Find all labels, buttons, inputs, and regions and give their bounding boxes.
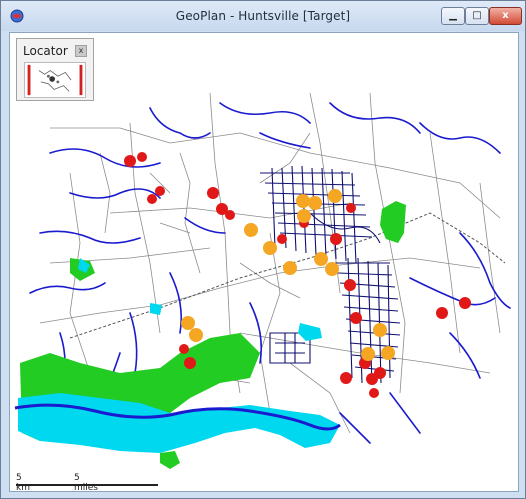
red-marker[interactable] — [207, 187, 219, 199]
red-marker[interactable] — [179, 344, 189, 354]
red-marker[interactable] — [436, 307, 448, 319]
close-icon: x — [502, 10, 509, 21]
red-marker[interactable] — [137, 152, 147, 162]
scale-km-label: 5 km — [16, 473, 30, 492]
orange-marker[interactable] — [297, 209, 311, 223]
red-marker[interactable] — [340, 372, 352, 384]
red-marker[interactable] — [344, 279, 356, 291]
locator-panel[interactable]: Locator x — [16, 38, 94, 101]
railway — [69, 212, 506, 339]
red-marker[interactable] — [277, 234, 287, 244]
red-marker[interactable] — [350, 312, 362, 324]
red-marker[interactable] — [369, 388, 379, 398]
orange-marker[interactable] — [283, 261, 297, 275]
red-marker[interactable] — [346, 203, 356, 213]
orange-marker[interactable] — [381, 346, 395, 360]
locator-title: Locator — [23, 44, 68, 58]
orange-marker[interactable] — [328, 189, 342, 203]
map-canvas[interactable] — [10, 33, 519, 492]
orange-marker[interactable] — [373, 323, 387, 337]
orange-marker[interactable] — [296, 194, 310, 208]
orange-marker[interactable] — [244, 223, 258, 237]
orange-marker[interactable] — [189, 328, 203, 342]
red-marker[interactable] — [459, 297, 471, 309]
red-marker[interactable] — [147, 194, 157, 204]
maximize-icon: □ — [472, 10, 482, 21]
orange-marker[interactable] — [308, 196, 322, 210]
title-bar[interactable]: GeoPlan - Huntsville [Target] ▁ □ x — [1, 1, 525, 31]
main-window: GeoPlan - Huntsville [Target] ▁ □ x Loca… — [0, 0, 526, 499]
close-button[interactable]: x — [489, 7, 522, 25]
red-marker[interactable] — [374, 367, 386, 379]
orange-marker[interactable] — [263, 241, 277, 255]
red-marker[interactable] — [155, 186, 165, 196]
locator-thumbnail[interactable] — [24, 62, 86, 98]
red-marker[interactable] — [330, 233, 342, 245]
minimize-button[interactable]: ▁ — [441, 7, 465, 25]
scale-miles-label: 5 miles — [74, 473, 98, 492]
orange-marker[interactable] — [181, 316, 195, 330]
minimize-icon: ▁ — [449, 10, 457, 21]
red-marker[interactable] — [184, 357, 196, 369]
orange-marker[interactable] — [314, 252, 328, 266]
scale-miles-bar — [70, 484, 158, 486]
map-view[interactable]: Locator x 5 km 5 miles — [9, 32, 519, 492]
locator-close-icon[interactable]: x — [75, 45, 87, 57]
red-marker[interactable] — [225, 210, 235, 220]
red-marker[interactable] — [124, 155, 136, 167]
maximize-button[interactable]: □ — [465, 7, 489, 25]
orange-marker[interactable] — [325, 262, 339, 276]
orange-marker[interactable] — [361, 347, 375, 361]
scale-km-bar — [16, 484, 70, 486]
